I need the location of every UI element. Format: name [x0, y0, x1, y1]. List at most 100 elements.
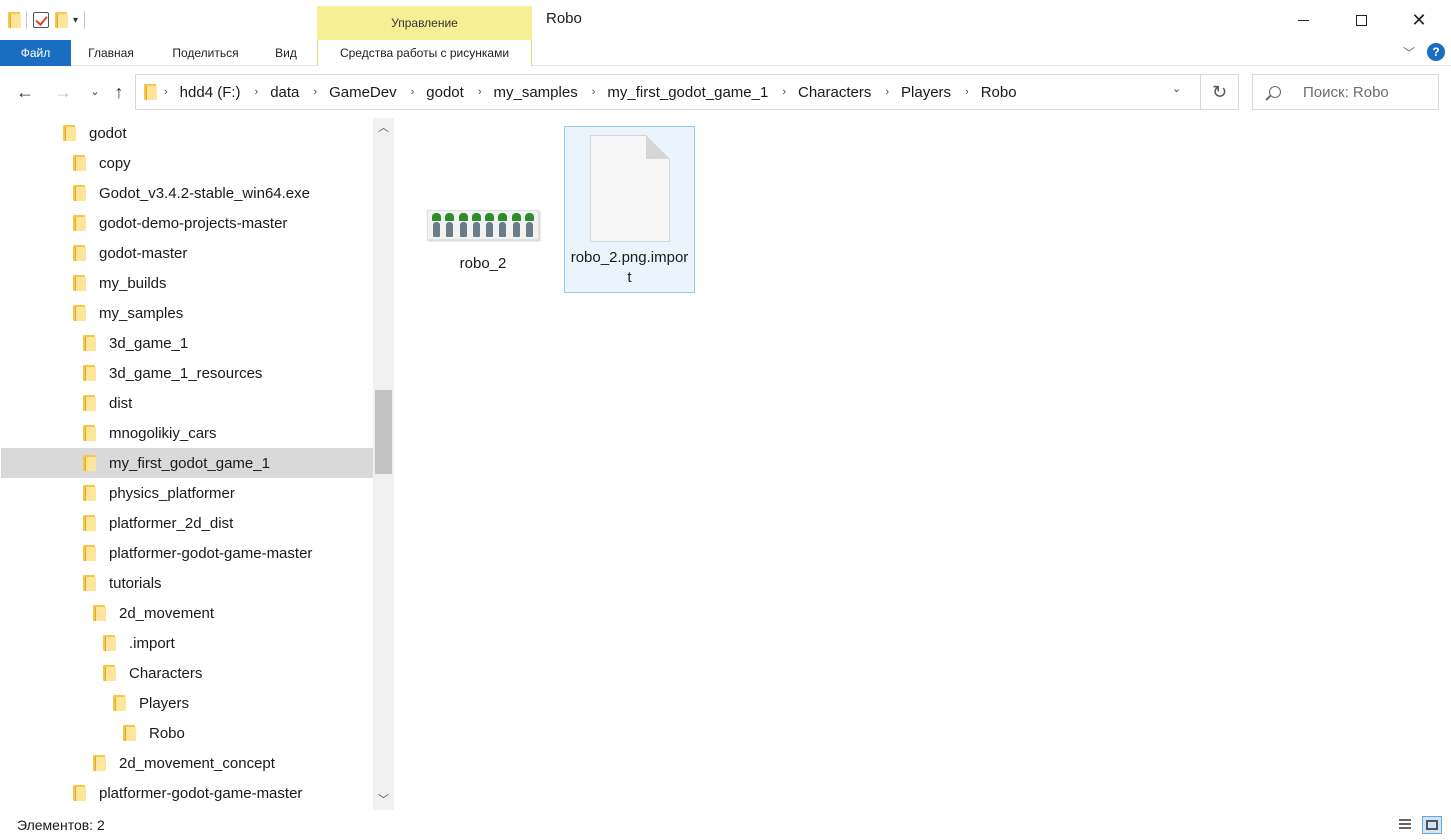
details-view-button[interactable] [1396, 816, 1416, 834]
tree-item[interactable]: tutorials [1, 568, 373, 598]
tree-item[interactable]: platformer-godot-game-master [1, 778, 373, 808]
folder-icon [73, 275, 86, 291]
tree-item-label: platformer-godot-game-master [99, 784, 303, 802]
tree-item-selected[interactable]: my_first_godot_game_1 [1, 448, 373, 478]
tab-share[interactable]: Поделиться [159, 40, 252, 66]
breadcrumb-hdd4[interactable]: hdd4 (F:) [180, 84, 241, 101]
forward-arrow-icon[interactable]: → [52, 80, 74, 104]
maximize-button[interactable] [1332, 0, 1390, 40]
folder-icon[interactable] [8, 12, 21, 28]
scroll-up-chevron-icon[interactable]: ︿ [373, 118, 394, 138]
tree-item[interactable]: godot-master [1, 238, 373, 268]
scroll-down-chevron-icon[interactable]: ﹀ [373, 790, 394, 810]
tree-item-label: 3d_game_1_resources [109, 364, 263, 382]
recent-locations-chevron-icon[interactable]: ⌄ [84, 80, 106, 104]
folder-icon [63, 125, 76, 141]
tree-item[interactable]: my_builds [1, 268, 373, 298]
customize-dropdown-icon[interactable]: ▾ [73, 15, 78, 26]
breadcrumb-my-samples[interactable]: my_samples [494, 84, 578, 101]
large-icons-view-button[interactable] [1422, 816, 1442, 834]
address-dropdown-chevron-icon[interactable]: ⌄ [1172, 82, 1181, 95]
tree-item[interactable]: dist [1, 388, 373, 418]
breadcrumb-robo[interactable]: Robo [981, 84, 1017, 101]
breadcrumb-chevron-icon[interactable]: › [164, 86, 168, 98]
navigation-pane: godot copy Godot_v3.4.2-stable_win64.exe… [0, 118, 373, 810]
tree-item[interactable]: 2d_movement_concept [1, 748, 373, 778]
minimize-button[interactable] [1274, 0, 1332, 40]
address-bar[interactable]: › hdd4 (F:) › data › GameDev › godot › m… [135, 74, 1201, 110]
tree-item-label: my_first_godot_game_1 [109, 454, 270, 472]
breadcrumb-chevron-icon[interactable]: › [411, 86, 415, 98]
refresh-button[interactable]: ↻ [1201, 74, 1239, 110]
help-icon[interactable]: ? [1427, 43, 1445, 61]
document-icon [589, 135, 670, 242]
breadcrumb-chevron-icon[interactable]: › [885, 86, 889, 98]
breadcrumb-my-first-godot-game[interactable]: my_first_godot_game_1 [607, 84, 768, 101]
tree-item[interactable]: platformer-godot-game-master [1, 538, 373, 568]
tree-item[interactable]: 2d_movement [1, 598, 373, 628]
tree-item[interactable]: Robo [1, 718, 373, 748]
breadcrumb-gamedev[interactable]: GameDev [329, 84, 397, 101]
back-arrow-icon[interactable]: ← [14, 80, 36, 104]
tree-item[interactable]: 3d_game_1_resources [1, 358, 373, 388]
tree-item-label: 3d_game_1 [109, 334, 189, 352]
tree-item-label: my_builds [99, 274, 167, 292]
breadcrumb-chevron-icon[interactable]: › [313, 86, 317, 98]
tree-item[interactable]: Players [1, 688, 373, 718]
expand-ribbon-chevron-icon[interactable]: ﹀ [1403, 44, 1415, 61]
file-name: robo_2 [459, 255, 507, 272]
tab-file[interactable]: Файл [0, 40, 71, 66]
search-input[interactable]: Поиск: Robo [1252, 74, 1439, 110]
search-icon [1269, 86, 1281, 98]
tree-item[interactable]: platformer_2d_dist [1, 508, 373, 538]
breadcrumb-players[interactable]: Players [901, 84, 951, 101]
close-icon: ✕ [1411, 9, 1427, 30]
tree-item-label: Characters [129, 664, 203, 682]
folder-icon [93, 605, 106, 621]
item-count: Элементов: 2 [17, 817, 105, 833]
new-folder-icon[interactable] [55, 12, 68, 28]
quick-access-toolbar: ▾ [8, 8, 86, 32]
up-arrow-icon[interactable]: ↑ [108, 80, 130, 104]
tree-item[interactable]: physics_platformer [1, 478, 373, 508]
breadcrumb-chevron-icon[interactable]: › [478, 86, 482, 98]
breadcrumb-godot[interactable]: godot [426, 84, 464, 101]
breadcrumb-characters[interactable]: Characters [798, 84, 871, 101]
properties-check-icon[interactable] [33, 12, 49, 28]
tree-item[interactable]: mnogolikiy_cars [1, 418, 373, 448]
tree-item[interactable]: godot-demo-projects-master [1, 208, 373, 238]
tree-item[interactable]: Godot_v3.4.2-stable_win64.exe [1, 178, 373, 208]
ribbon-tabs: Файл Главная Поделиться Вид Средства раб… [0, 40, 1451, 66]
breadcrumb-data[interactable]: data [270, 84, 299, 101]
breadcrumb-chevron-icon[interactable]: › [592, 86, 596, 98]
breadcrumb-chevron-icon[interactable]: › [255, 86, 259, 98]
folder-icon [123, 725, 136, 741]
tree-item[interactable]: my_samples [1, 298, 373, 328]
breadcrumb-chevron-icon[interactable]: › [965, 86, 969, 98]
robot-sprite [511, 213, 521, 237]
tree-item-label: 2d_movement [119, 604, 215, 622]
folder-icon [83, 335, 96, 351]
breadcrumb-chevron-icon[interactable]: › [782, 86, 786, 98]
tree-item-label: copy [99, 154, 131, 172]
title-bar: ▾ Управление Robo ✕ [0, 0, 1451, 40]
tab-home[interactable]: Главная [71, 40, 151, 66]
file-list-area[interactable]: robo_2 robo_2.png.import [394, 118, 1451, 810]
nav-pane-scrollbar[interactable]: ︿ ﹀ [373, 118, 394, 810]
close-button[interactable]: ✕ [1390, 0, 1448, 40]
tree-item[interactable]: copy [1, 148, 373, 178]
tree-item[interactable]: Characters [1, 658, 373, 688]
file-item-robo-2[interactable]: robo_2 [424, 200, 542, 274]
tab-view[interactable]: Вид [260, 40, 312, 66]
address-folder-icon [144, 84, 157, 100]
tab-picture-tools[interactable]: Средства работы с рисунками [317, 40, 532, 66]
folder-icon [73, 215, 86, 231]
file-item-robo-2-png-import[interactable]: robo_2.png.import [564, 126, 695, 293]
scrollbar-thumb[interactable] [375, 390, 392, 474]
folder-icon [83, 425, 96, 441]
tree-item[interactable]: 3d_game_1 [1, 328, 373, 358]
tree-item-label: 2d_movement_concept [119, 754, 275, 772]
contextual-tab-group-manage[interactable]: Управление [317, 6, 532, 40]
tree-item[interactable]: godot [1, 118, 373, 148]
tree-item[interactable]: .import [1, 628, 373, 658]
